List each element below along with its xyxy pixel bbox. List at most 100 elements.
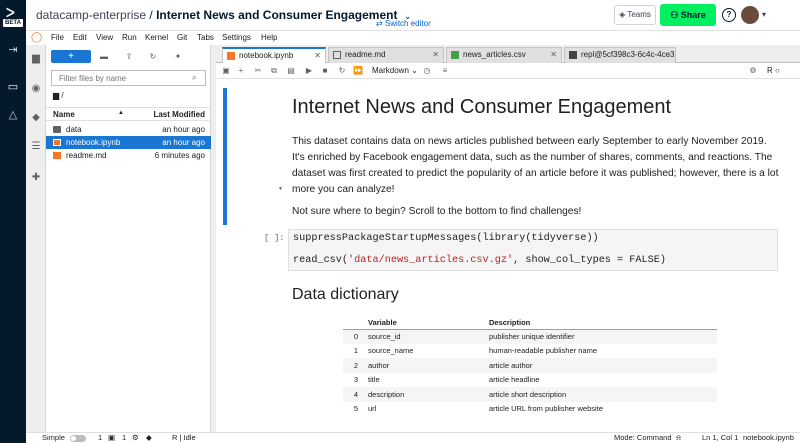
copy-icon[interactable]: ⧉: [268, 65, 280, 77]
menu-file[interactable]: File: [51, 33, 64, 42]
menu-help[interactable]: Help: [261, 33, 277, 42]
refresh-icon[interactable]: ↻: [147, 51, 159, 63]
notebook-toolbar: ▣ + ✂ ⧉ ▤ ▶ ■ ↻ ⏩ Markdown ⌄ ◷ ≡ ⚙ R ○: [216, 63, 800, 79]
new-launcher-button[interactable]: +: [51, 50, 91, 63]
table-cell: 2: [343, 358, 363, 373]
tab-label: repl@5cf398c3-6c4c-4ce3: [581, 50, 675, 59]
new-folder-icon[interactable]: ▬: [98, 51, 110, 63]
file-row-data[interactable]: data an hour ago: [46, 123, 211, 136]
markdown-icon: [53, 152, 61, 159]
notebook-content[interactable]: ▼ Internet News and Consumer Engagement …: [216, 79, 800, 432]
file-row-notebook[interactable]: notebook.ipynb an hour ago: [46, 136, 211, 149]
menu-edit[interactable]: Edit: [73, 33, 87, 42]
table-cell: url: [368, 404, 377, 414]
kernel-state[interactable]: R | Idle: [172, 433, 196, 443]
cursor-position[interactable]: Ln 1, Col 1: [702, 433, 738, 443]
teams-button[interactable]: ◈ Teams: [614, 5, 656, 25]
share-button[interactable]: ⚇ Share: [660, 4, 716, 26]
table-row: 3 title article headline: [343, 373, 717, 388]
sort-arrow-icon[interactable]: ▲: [118, 110, 124, 116]
active-cell-indicator[interactable]: [223, 88, 227, 225]
format-icon[interactable]: ≡: [439, 65, 451, 77]
menu-kernel[interactable]: Kernel: [145, 33, 168, 42]
insert-cell-icon[interactable]: +: [235, 65, 247, 77]
simple-mode-toggle[interactable]: [70, 435, 86, 442]
kernel-count[interactable]: 1: [122, 433, 126, 443]
kernel-name[interactable]: R ○: [767, 65, 780, 77]
workspace-link[interactable]: datacamp-enterprise: [36, 8, 146, 22]
exit-icon[interactable]: ⇥: [6, 43, 20, 57]
file-name: data: [66, 125, 82, 134]
column-last-modified[interactable]: Last Modified: [153, 110, 205, 119]
run-icon[interactable]: ▶: [303, 65, 315, 77]
column-name[interactable]: Name: [53, 110, 75, 119]
table-cell: publisher unique identifier: [479, 329, 717, 344]
collapse-arrow-icon[interactable]: ▼: [278, 186, 283, 192]
save-icon[interactable]: ▣: [220, 65, 232, 77]
table-header-description: Description: [479, 317, 717, 330]
running-icon[interactable]: ◉: [29, 82, 43, 96]
terminal-count[interactable]: 1: [98, 433, 102, 443]
file-browser-path[interactable]: ▆ /: [53, 91, 64, 100]
publish-icon[interactable]: △: [6, 108, 20, 122]
menu-git[interactable]: Git: [177, 33, 187, 42]
table-header-row: Variable Description: [343, 317, 717, 330]
file-modified: an hour ago: [162, 138, 205, 147]
git-status-icon[interactable]: ◆: [146, 433, 152, 443]
git-clone-icon[interactable]: ✦: [172, 51, 184, 63]
clock-icon[interactable]: ◷: [421, 65, 433, 77]
tab-repl[interactable]: repl@5cf398c3-6c4c-4ce3: [564, 47, 676, 63]
file-row-readme[interactable]: readme.md 6 minutes ago: [46, 149, 211, 162]
table-cell: source_name: [368, 346, 414, 356]
help-icon[interactable]: ?: [722, 8, 736, 22]
switch-editor-label: Switch editor: [384, 19, 431, 28]
toc-icon[interactable]: ☰: [29, 140, 43, 154]
chevron-down-icon[interactable]: ▾: [762, 10, 766, 19]
cell-type-label: Markdown: [372, 66, 409, 75]
tab-news-articles[interactable]: news_articles.csv ✕: [446, 47, 562, 63]
folder-icon[interactable]: ▆: [29, 52, 43, 66]
close-icon[interactable]: ✕: [314, 49, 321, 63]
stop-icon[interactable]: ■: [319, 65, 331, 77]
cut-icon[interactable]: ✂: [252, 65, 264, 77]
workspace-title[interactable]: Internet News and Consumer Engagement: [156, 8, 397, 22]
extension-icon[interactable]: ✚: [29, 171, 43, 185]
paste-icon[interactable]: ▤: [285, 65, 297, 77]
notebook-panel: notebook.ipynb ✕ readme.md ✕ news_articl…: [216, 45, 800, 432]
menu-run[interactable]: Run: [122, 33, 137, 42]
git-icon[interactable]: ◆: [29, 111, 43, 125]
tab-notebook[interactable]: notebook.ipynb ✕: [222, 47, 326, 64]
editor-icon[interactable]: ▭: [6, 80, 20, 94]
code-line: read_csv('data/news_articles.csv.gz', sh…: [293, 255, 666, 266]
avatar[interactable]: [741, 6, 759, 24]
tab-readme[interactable]: readme.md ✕: [328, 47, 444, 63]
settings-gear-icon[interactable]: ⚙: [747, 65, 759, 77]
table-cell: source_id: [363, 329, 479, 344]
section-heading: Data dictionary: [292, 286, 399, 303]
menu-view[interactable]: View: [96, 33, 113, 42]
code-cell[interactable]: suppressPackageStartupMessages(library(t…: [288, 229, 778, 271]
bell-icon[interactable]: ⍾: [676, 433, 681, 443]
switch-editor-link[interactable]: ⇄ Switch editor: [376, 19, 431, 28]
close-icon[interactable]: ✕: [550, 48, 557, 62]
table-header-variable: Variable: [363, 317, 479, 330]
table-cell: article short description: [479, 387, 717, 402]
menu-settings[interactable]: Settings: [222, 33, 251, 42]
upload-icon[interactable]: ⇧: [123, 51, 135, 63]
restart-icon[interactable]: ↻: [336, 65, 348, 77]
table-cell: 4: [343, 387, 363, 402]
table-cell: article headline: [489, 375, 540, 385]
fast-forward-icon[interactable]: ⏩: [352, 65, 364, 77]
close-icon[interactable]: ✕: [432, 48, 439, 62]
diamond-icon: ◈: [619, 10, 626, 19]
mode-indicator: Mode: Command: [614, 433, 672, 442]
cell-type-select[interactable]: Markdown ⌄: [372, 65, 418, 77]
kernel-label: R: [767, 66, 773, 75]
menu-tabs[interactable]: Tabs: [197, 33, 214, 42]
menu-bar: ◯ File Edit View Run Kernel Git Tabs Set…: [26, 31, 800, 45]
filter-files-input[interactable]: [51, 70, 206, 86]
jupyter-logo-icon: ◯: [31, 32, 43, 43]
datacamp-logo-icon[interactable]: ᐳ: [6, 6, 15, 20]
document-tabs: notebook.ipynb ✕ readme.md ✕ news_articl…: [216, 45, 800, 64]
code-string: 'data/news_articles.csv.gz': [348, 255, 514, 266]
